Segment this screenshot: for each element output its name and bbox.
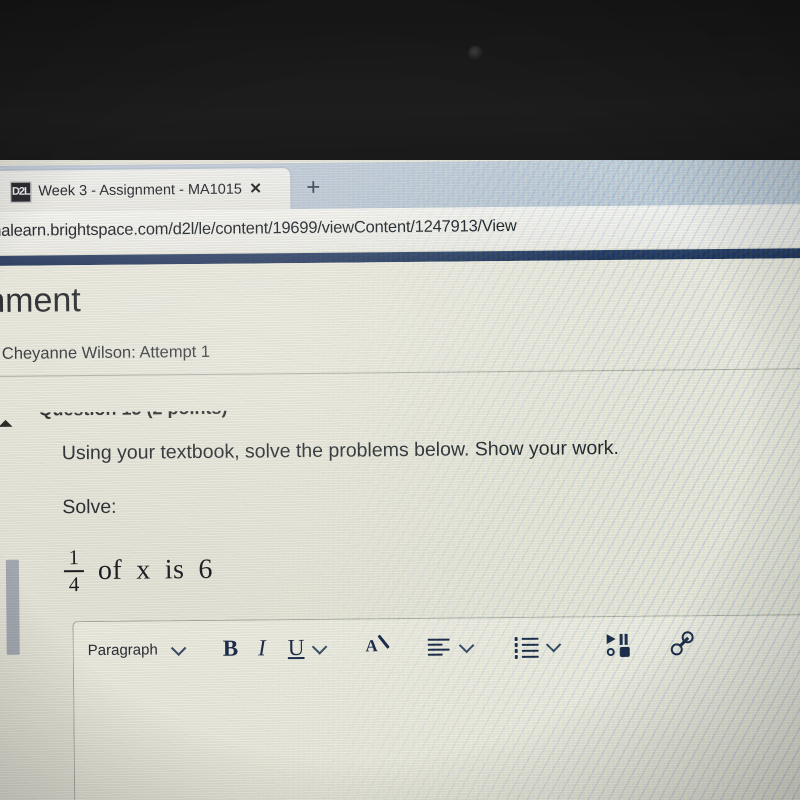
browser-tab-title: Week 3 - Assignment - MA1015F	[38, 181, 243, 200]
chevron-down-icon[interactable]	[545, 636, 562, 652]
math-variable: x	[136, 554, 151, 586]
chevron-down-icon[interactable]	[458, 637, 475, 653]
rich-text-editor[interactable]: Paragraph B I U A	[72, 613, 800, 800]
bold-button[interactable]: B	[223, 636, 239, 662]
letter-a-glyph: A	[365, 636, 378, 656]
webcam-icon	[468, 45, 484, 62]
fraction-one-fourth: 1 4	[63, 545, 84, 596]
insert-link-icon[interactable]	[669, 631, 697, 657]
page-title: gnment	[0, 281, 81, 321]
new-tab-button[interactable]: +	[306, 174, 320, 201]
attempt-subtitle: Cheyanne Wilson: Attempt 1	[1, 342, 211, 363]
photo-of-laptop-screen: D2L Week 3 - Assignment - MA1015F ✕ + um…	[0, 0, 800, 800]
math-word-of: of	[97, 554, 123, 586]
bullet-list-icon[interactable]	[514, 636, 539, 659]
collapse-caret-icon[interactable]	[0, 419, 13, 427]
solve-label: Solve:	[62, 495, 117, 519]
underline-button[interactable]: U	[288, 635, 305, 661]
math-result: 6	[198, 553, 214, 585]
scrollbar-thumb[interactable]	[5, 559, 20, 655]
fraction-denominator: 4	[68, 571, 80, 596]
fraction-numerator: 1	[68, 545, 80, 570]
align-left-icon[interactable]	[427, 637, 451, 657]
italic-button[interactable]: I	[258, 635, 266, 661]
chevron-down-icon[interactable]	[170, 640, 187, 656]
text-color-icon[interactable]: A	[365, 634, 391, 660]
d2l-logo-icon: D2L	[10, 181, 32, 203]
paragraph-style-dropdown[interactable]: Paragraph	[88, 641, 158, 659]
close-tab-button[interactable]: ✕	[249, 180, 262, 198]
math-word-is: is	[164, 554, 185, 586]
editor-toolbar: Paragraph B I U A	[73, 615, 800, 678]
laptop-screen: D2L Week 3 - Assignment - MA1015F ✕ + um…	[0, 160, 800, 800]
pen-stroke-glyph	[377, 634, 390, 649]
browser-tab[interactable]: D2L Week 3 - Assignment - MA1015F ✕	[0, 168, 291, 212]
math-expression: 1 4 of x is 6	[63, 543, 214, 598]
chevron-down-icon[interactable]	[311, 638, 328, 655]
insert-media-icon[interactable]	[605, 633, 635, 657]
